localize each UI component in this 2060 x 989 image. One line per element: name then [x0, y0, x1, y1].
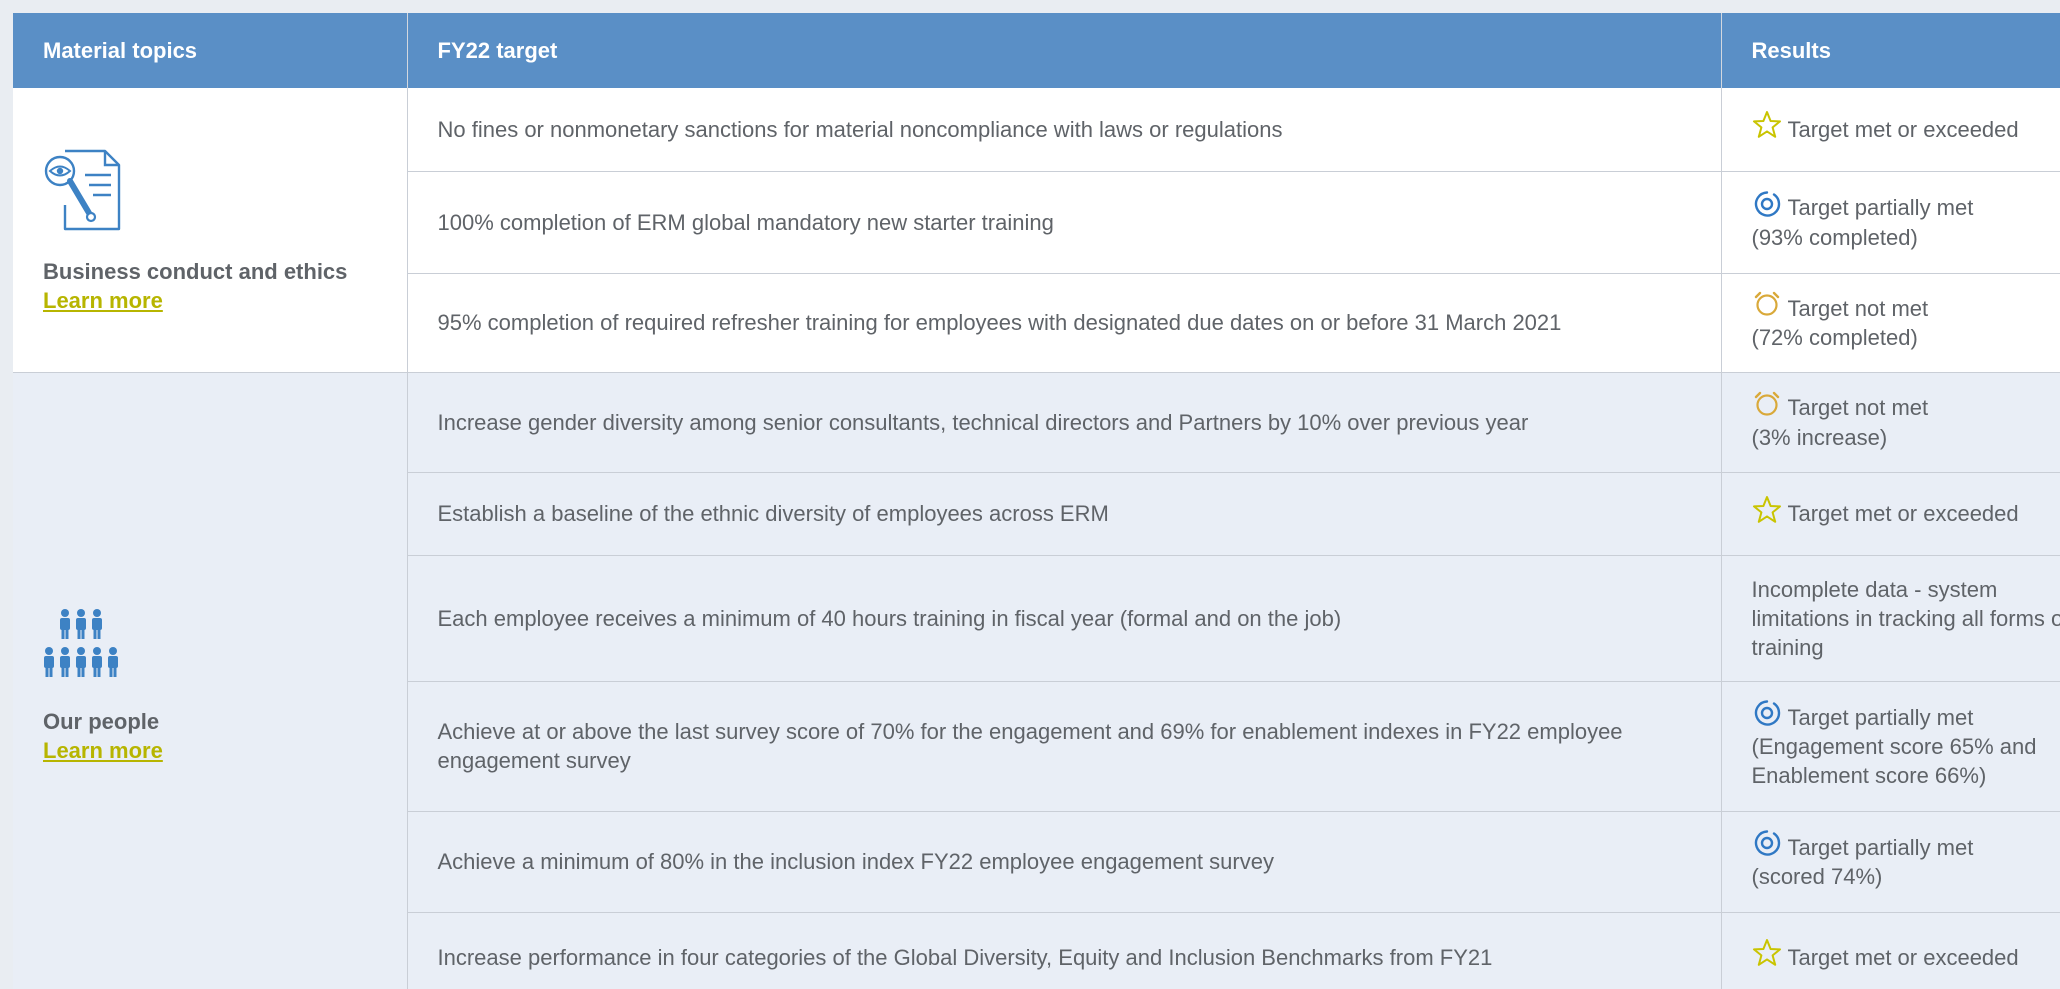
result-cell: Target met or exceeded [1721, 88, 2060, 172]
result-detail: (scored 74%) [1751, 864, 1883, 889]
star-icon [1752, 938, 1782, 968]
material-topics-table: Material topics FY22 target Results Busi… [13, 13, 2060, 989]
result-status: Target partially met [1787, 195, 1974, 220]
star-icon [1752, 110, 1782, 140]
result-detail: (93% completed) [1751, 224, 1918, 250]
alarm-clock-icon [1752, 289, 1782, 319]
header-results: Results [1721, 13, 2060, 88]
target-cell: Each employee receives a minimum of 40 h… [407, 555, 1722, 682]
result-cell: Target partially met (scored 74%) [1721, 811, 2060, 913]
target-cell: Achieve at or above the last survey scor… [407, 681, 1722, 812]
alarm-clock-icon [1752, 389, 1782, 419]
target-partial-icon [1752, 698, 1782, 728]
target-partial-icon [1752, 828, 1782, 858]
target-cell: No fines or nonmonetary sanctions for ma… [407, 88, 1722, 172]
result-detail: (Engagement score 65% and Enablement sco… [1751, 734, 2037, 788]
learn-more-link[interactable]: Learn more [43, 736, 163, 765]
result-cell: Target partially met (Engagement score 6… [1721, 681, 2060, 812]
result-detail: Incomplete data - system limitations in … [1751, 576, 2060, 660]
result-status: Target met or exceeded [1787, 116, 2019, 142]
target-cell: Increase gender diversity among senior c… [407, 372, 1722, 473]
table-header-row: Material topics FY22 target Results [13, 13, 2060, 88]
result-cell: Target met or exceeded [1721, 912, 2060, 989]
topic-name: Our people [43, 709, 160, 734]
result-cell: Target partially met (93% completed) [1721, 171, 2060, 274]
result-cell: Target not met (72% completed) [1721, 273, 2060, 373]
table-row: Business conduct and ethics Learn more N… [13, 88, 2060, 373]
people-group-icon [43, 609, 377, 685]
document-magnifier-icon [43, 145, 377, 235]
result-status: Target partially met [1787, 704, 1974, 730]
target-cell: 100% completion of ERM global mandatory … [407, 171, 1722, 274]
topic-cell-our-people: Our people Learn more [13, 372, 408, 989]
result-detail: (3% increase) [1751, 424, 1888, 450]
result-status: Target not met [1787, 395, 1929, 420]
star-icon [1752, 495, 1782, 525]
target-partial-icon [1752, 189, 1782, 219]
target-cell: 95% completion of required refresher tra… [407, 273, 1722, 373]
target-cell: Increase performance in four categories … [407, 912, 1722, 989]
result-status: Target met or exceeded [1787, 944, 2019, 970]
results-table-container: Material topics FY22 target Results Busi… [13, 13, 2060, 989]
result-cell: Target met or exceeded [1721, 472, 2060, 556]
topic-cell-business-conduct: Business conduct and ethics Learn more [13, 88, 408, 373]
table-row: Our people Learn more Increase gender di… [13, 372, 2060, 989]
result-cell: Incomplete data - system limitations in … [1721, 555, 2060, 682]
topic-name: Business conduct and ethics [43, 258, 348, 284]
result-cell: Target not met (3% increase) [1721, 372, 2060, 473]
result-status: Target partially met [1787, 834, 1974, 860]
header-material-topics: Material topics [13, 13, 408, 88]
learn-more-link[interactable]: Learn more [43, 286, 163, 315]
result-status: Target not met [1787, 295, 1929, 321]
target-cell: Establish a baseline of the ethnic diver… [407, 472, 1722, 556]
target-cell: Achieve a minimum of 80% in the inclusio… [407, 811, 1722, 913]
header-fy22-target: FY22 target [407, 13, 1722, 88]
result-detail: (72% completed) [1751, 325, 1918, 350]
result-status: Target met or exceeded [1787, 501, 2019, 526]
